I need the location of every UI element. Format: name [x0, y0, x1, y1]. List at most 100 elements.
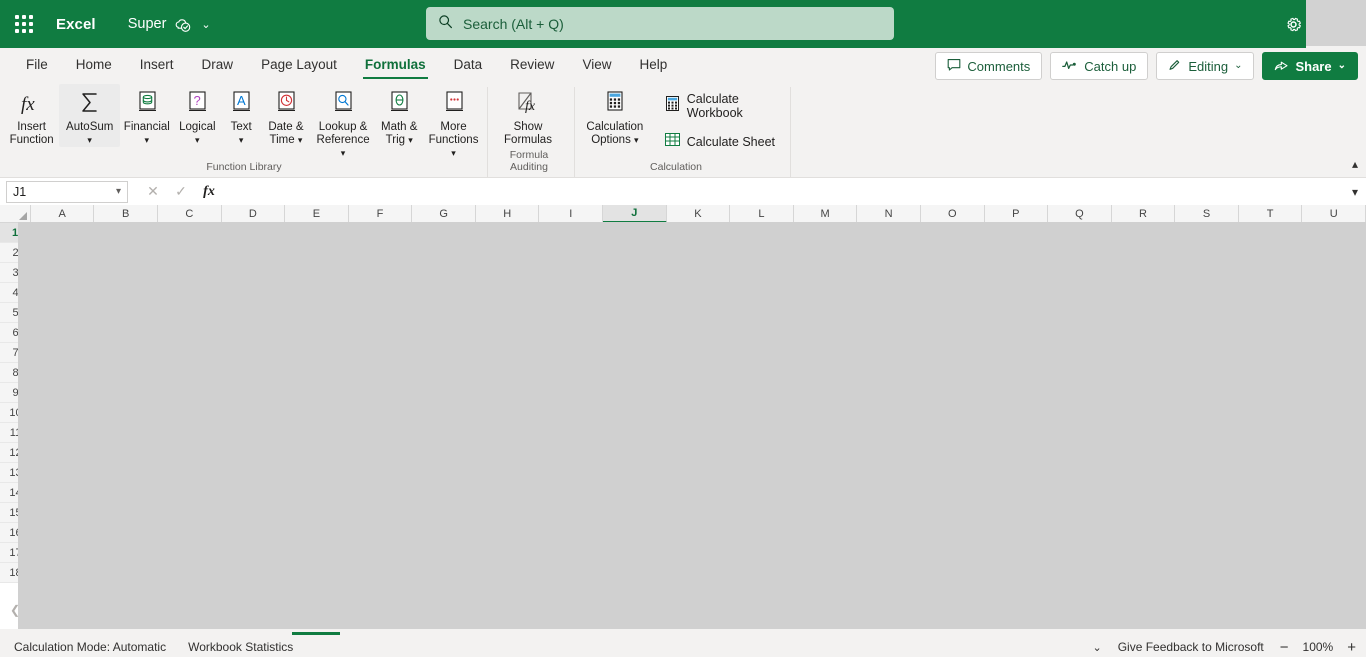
tab-review[interactable]: Review	[496, 48, 568, 81]
svg-text:A: A	[237, 93, 246, 108]
calculate-workbook-icon	[664, 95, 681, 117]
tab-draw[interactable]: Draw	[188, 48, 248, 81]
column-header-l[interactable]: L	[730, 205, 794, 223]
lookup-label2: Reference	[316, 134, 370, 146]
name-box[interactable]: J1 ▾	[6, 180, 128, 203]
calculation-options-label2: Options	[591, 134, 631, 146]
ribbon-show-formulas[interactable]: fx Show Formulas	[492, 84, 564, 147]
ribbon-calculate-workbook[interactable]: Calculate Workbook	[660, 90, 790, 122]
settings-gear-icon[interactable]	[1281, 12, 1305, 36]
column-header-t[interactable]: T	[1238, 205, 1303, 223]
column-header-m[interactable]: M	[793, 205, 858, 223]
ribbon-date-time[interactable]: Date & Time ▾	[261, 84, 311, 147]
column-header-b[interactable]: B	[94, 205, 158, 223]
calculation-options-label: Calculation	[586, 121, 644, 133]
ribbon-math-trig[interactable]: Math & Trig ▾	[375, 84, 423, 147]
show-formulas-icon: fx	[513, 87, 543, 119]
formula-input[interactable]	[228, 180, 1338, 203]
ribbon: fx Insert Function AutoSum ▾ Financial ▾…	[0, 81, 1366, 240]
search-input[interactable]	[463, 15, 882, 32]
tab-page-layout[interactable]: Page Layout	[247, 48, 351, 81]
column-header-c[interactable]: C	[158, 205, 222, 223]
expand-formula-bar-chevron-icon[interactable]: ▾	[1352, 185, 1358, 199]
ribbon-logical[interactable]: ? Logical ▾	[173, 84, 221, 147]
lookup-label: Lookup &	[318, 121, 368, 133]
ribbon-insert-function[interactable]: fx Insert Function	[4, 84, 59, 147]
document-menu-chevron-icon[interactable]: ⌄	[201, 18, 210, 31]
app-brand-label: Excel	[56, 15, 96, 33]
calculate-sheet-label: Calculate Sheet	[686, 135, 776, 149]
column-header-k[interactable]: K	[666, 205, 731, 223]
comments-button[interactable]: Comments	[935, 52, 1043, 80]
tab-formulas[interactable]: Formulas	[351, 48, 440, 81]
group-label-formula-auditing: Formula Auditing	[509, 149, 549, 173]
column-header-d[interactable]: D	[221, 205, 286, 223]
workbook-statistics-status[interactable]: Workbook Statistics	[188, 640, 293, 654]
lookup-book-icon	[330, 87, 356, 119]
collapse-ribbon-chevron-icon[interactable]: ▴	[1352, 157, 1358, 171]
ribbon-group-function-library: fx Insert Function AutoSum ▾ Financial ▾…	[4, 81, 484, 177]
cancel-icon[interactable]: ✕	[140, 181, 166, 203]
ribbon-more-functions[interactable]: More Functions ▾	[423, 84, 484, 160]
logical-book-icon: ?	[184, 87, 210, 119]
ribbon-calculation-options[interactable]: Calculation Options ▾	[578, 84, 652, 147]
comments-label: Comments	[967, 58, 1031, 74]
active-sheet-indicator[interactable]	[292, 632, 340, 635]
column-header-h[interactable]: H	[475, 205, 540, 223]
column-header-n[interactable]: N	[857, 205, 921, 223]
insert-function-icon[interactable]: fx	[196, 181, 222, 203]
column-header-g[interactable]: G	[412, 205, 476, 223]
datetime-book-icon	[273, 87, 299, 119]
zoom-level-label[interactable]: 100%	[1303, 640, 1334, 654]
tab-home[interactable]: Home	[62, 48, 126, 81]
sigma-icon	[74, 87, 106, 119]
check-icon[interactable]: ✓	[168, 181, 194, 203]
catch-up-button[interactable]: Catch up	[1050, 52, 1149, 80]
column-header-a[interactable]: A	[30, 205, 95, 223]
ribbon-calculate-sheet[interactable]: Calculate Sheet	[660, 129, 790, 155]
document-name[interactable]: Super	[128, 16, 167, 32]
share-button[interactable]: Share ⌄	[1262, 52, 1358, 80]
ribbon-financial[interactable]: Financial ▾	[120, 84, 173, 147]
ribbon-text[interactable]: A Text ▾	[221, 84, 261, 147]
app-launcher-icon[interactable]	[0, 0, 48, 48]
status-more-chevron-icon[interactable]: ⌄	[1092, 641, 1101, 654]
financial-label: Financial	[123, 121, 170, 133]
tab-view[interactable]: View	[568, 48, 625, 81]
text-label: Text	[230, 121, 252, 133]
column-header-o[interactable]: O	[920, 205, 985, 223]
chevron-down-icon: ▾	[408, 135, 413, 145]
calculation-mode-status[interactable]: Calculation Mode: Automatic	[14, 640, 166, 654]
calculate-sheet-icon	[664, 131, 681, 153]
editing-button[interactable]: Editing ⌄	[1156, 52, 1255, 80]
column-header-f[interactable]: F	[348, 205, 413, 223]
column-header-s[interactable]: S	[1175, 205, 1239, 223]
select-all-corner[interactable]	[0, 205, 31, 223]
tab-help[interactable]: Help	[625, 48, 681, 81]
formula-bar-buttons: ✕ ✓ fx	[140, 181, 222, 203]
zoom-out-button[interactable]: −	[1280, 640, 1289, 655]
date-time-label2: Time	[269, 134, 295, 146]
column-header-e[interactable]: E	[285, 205, 349, 223]
calculation-small-buttons: Calculate Workbook Calculate Sheet	[660, 84, 790, 155]
spreadsheet-grid: ABCDEFGHIJKLMNOPQRSTU 1 2 3 4 5 6 7 8 9 10 11 12 13 1…	[0, 205, 1366, 629]
zoom-in-button[interactable]: +	[1347, 640, 1356, 655]
math-trig-label: Math &	[381, 121, 418, 133]
tab-insert[interactable]: Insert	[126, 48, 188, 81]
tab-data[interactable]: Data	[440, 48, 497, 81]
ribbon-lookup-reference[interactable]: Lookup & Reference ▾	[311, 84, 376, 160]
insert-function-label2: Function	[9, 134, 54, 146]
chevron-left-icon[interactable]: ❮	[10, 603, 20, 617]
column-header-i[interactable]: I	[539, 205, 604, 223]
give-feedback-link[interactable]: Give Feedback to Microsoft	[1118, 640, 1264, 654]
autosum-label: AutoSum	[66, 121, 114, 133]
math-trig-label2: Trig	[385, 134, 406, 146]
column-header-q[interactable]: Q	[1048, 205, 1112, 223]
column-header-r[interactable]: R	[1111, 205, 1176, 223]
search-box[interactable]	[426, 7, 894, 40]
column-header-j[interactable]: J	[603, 205, 667, 223]
column-header-u[interactable]: U	[1302, 205, 1366, 223]
column-header-p[interactable]: P	[984, 205, 1049, 223]
ribbon-autosum[interactable]: AutoSum ▾	[59, 84, 121, 147]
tab-file[interactable]: File	[12, 48, 62, 81]
